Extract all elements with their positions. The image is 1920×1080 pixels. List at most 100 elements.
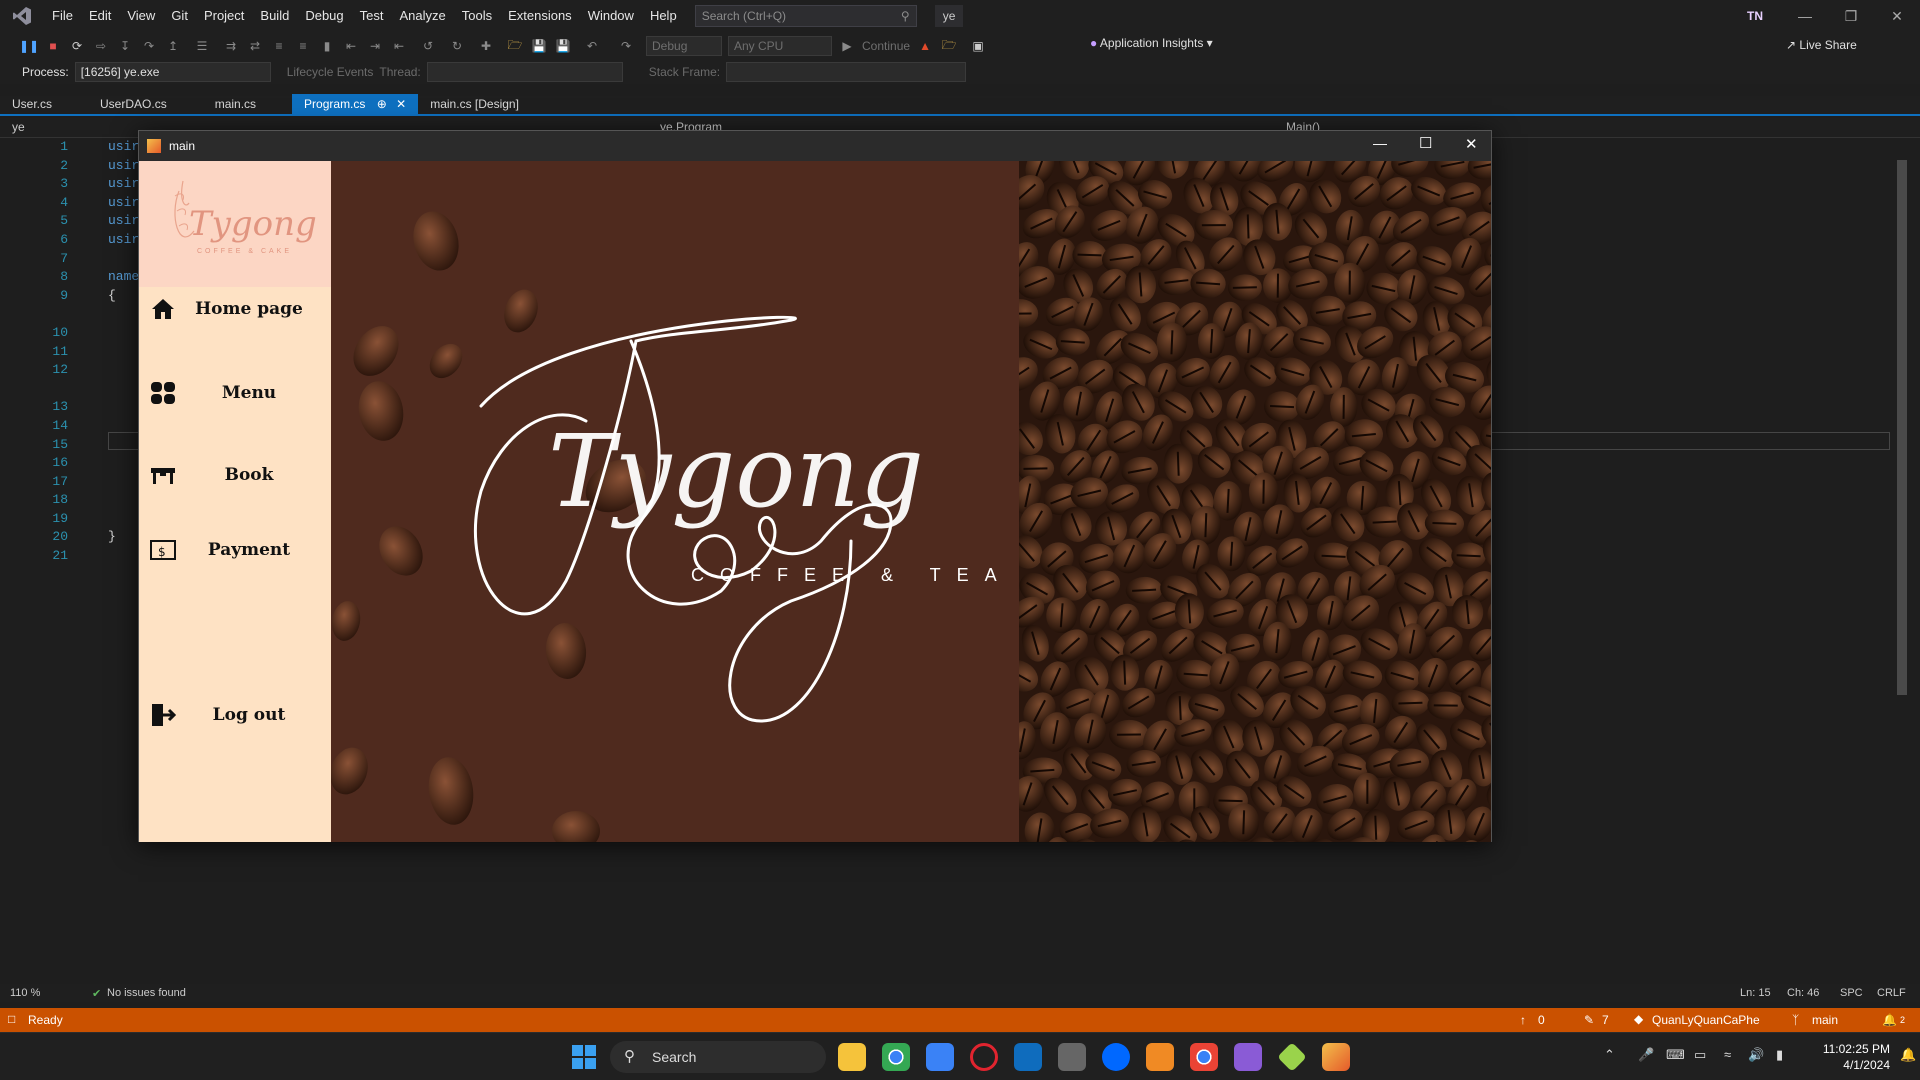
nav-book[interactable]: Book — [139, 452, 331, 498]
opera-icon[interactable] — [970, 1043, 998, 1071]
nav-menu[interactable]: Menu — [139, 370, 331, 416]
tab-main-cs-design[interactable]: main.cs [Design] — [418, 94, 531, 114]
comment-icon[interactable]: ≡ — [270, 37, 288, 55]
menu-tools[interactable]: Tools — [454, 0, 500, 32]
platform-select[interactable]: Any CPU — [728, 36, 832, 56]
calendar-icon[interactable] — [926, 1043, 954, 1071]
tab-program-cs[interactable]: Program.cs ⊕ ✕ — [292, 94, 419, 114]
bookmark-icon[interactable]: ▮ — [318, 37, 336, 55]
app-form-window[interactable]: main — ☐ ✕ Tygong COFFEE & CAKE Home pag… — [138, 130, 1492, 842]
project-selector[interactable]: ye — [12, 120, 25, 134]
restore-icon[interactable]: ❐ — [1828, 0, 1874, 32]
notification-icon[interactable]: 🔔 — [1882, 1013, 1897, 1027]
eol-indicator[interactable]: CRLF — [1877, 987, 1906, 999]
battery-icon[interactable]: ▮ — [1776, 1047, 1783, 1063]
microphone-icon[interactable]: 🎤 — [1638, 1047, 1654, 1063]
form-minimize-icon[interactable]: — — [1373, 135, 1387, 151]
form-maximize-icon[interactable]: ☐ — [1419, 134, 1432, 152]
display-icon[interactable]: ▭ — [1694, 1047, 1706, 1063]
screenshot-icon[interactable]: ▣ — [964, 37, 992, 55]
nav-payment[interactable]: $ Payment — [139, 527, 331, 573]
form-titlebar[interactable]: main — ☐ ✕ — [139, 131, 1491, 161]
spacing-indicator[interactable]: SPC — [1840, 987, 1863, 999]
live-share-button[interactable]: ↗ Live Share — [1786, 38, 1857, 52]
bookmark-prev-icon[interactable]: ⇤ — [342, 37, 360, 55]
redo-icon[interactable]: ↷ — [612, 37, 640, 55]
volume-icon[interactable]: 🔊 — [1748, 1047, 1764, 1063]
undo-icon[interactable]: ↶ — [578, 37, 606, 55]
solution-name[interactable]: ye — [934, 5, 964, 27]
file-explorer-icon[interactable] — [838, 1043, 866, 1071]
tab-userdao-cs[interactable]: UserDAO.cs — [88, 94, 179, 114]
tab-user-cs[interactable]: User.cs — [0, 94, 64, 114]
save-all-icon[interactable]: 💾 — [554, 37, 572, 55]
running-app-icon[interactable] — [1322, 1043, 1350, 1071]
open-folder-icon[interactable]: 🗁 — [506, 37, 524, 55]
notification-bell-icon[interactable]: 🔔 — [1900, 1047, 1916, 1063]
indent-icon[interactable]: ⇉ — [222, 37, 240, 55]
git-icon[interactable] — [1277, 1042, 1307, 1072]
step-out-icon[interactable]: ↥ — [164, 37, 182, 55]
new-project-icon[interactable]: ✚ — [472, 37, 500, 55]
continue-play-icon[interactable]: ▶ — [838, 37, 856, 55]
hot-reload-flame-icon[interactable]: ▲ — [916, 37, 934, 55]
chrome-icon[interactable] — [882, 1043, 910, 1071]
stop-icon[interactable]: ■ — [44, 37, 62, 55]
step-icon[interactable]: ⇨ — [92, 37, 110, 55]
outlook-icon[interactable] — [1014, 1043, 1042, 1071]
column-indicator[interactable]: Ch: 46 — [1787, 987, 1819, 999]
step-into-icon[interactable]: ↧ — [116, 37, 134, 55]
menu-debug[interactable]: Debug — [297, 0, 351, 32]
forward-icon[interactable]: ↻ — [448, 37, 466, 55]
pin-icon[interactable]: ⊕ — [377, 97, 387, 111]
issues-indicator[interactable]: No issues found — [107, 987, 186, 999]
lifecycle-events[interactable]: Lifecycle Events — [287, 65, 374, 79]
menu-test[interactable]: Test — [352, 0, 392, 32]
menu-git[interactable]: Git — [163, 0, 196, 32]
editor-scroll-thumb[interactable] — [1897, 160, 1907, 695]
taskbar-search[interactable]: ⚲ Search — [610, 1041, 826, 1073]
repo-name[interactable]: QuanLyQuanCaPhe — [1652, 1013, 1760, 1027]
visual-studio-icon[interactable] — [1234, 1043, 1262, 1071]
changes-count[interactable]: 7 — [1602, 1013, 1609, 1027]
thread-select[interactable] — [426, 62, 623, 82]
bookmark-next-icon[interactable]: ⇥ — [366, 37, 384, 55]
visual-studio-logo-icon[interactable] — [0, 0, 44, 32]
hot-reload-icon[interactable]: ☰ — [188, 37, 216, 55]
zalo-icon[interactable] — [1102, 1043, 1130, 1071]
uncomment-icon[interactable]: ≡ — [294, 37, 312, 55]
line-indicator[interactable]: Ln: 15 — [1740, 987, 1771, 999]
format-icon[interactable]: ⇄ — [246, 37, 264, 55]
nav-home-page[interactable]: Home page — [139, 286, 331, 332]
wifi-icon[interactable]: ≈ — [1724, 1047, 1731, 1062]
menu-extensions[interactable]: Extensions — [500, 0, 580, 32]
save-icon[interactable]: 💾 — [530, 37, 548, 55]
keyboard-icon[interactable]: ⌨ — [1666, 1047, 1685, 1063]
windows-start-icon[interactable] — [570, 1043, 598, 1071]
continue-button[interactable]: Continue — [862, 39, 910, 53]
chrome-profile-icon[interactable] — [1190, 1043, 1218, 1071]
menu-edit[interactable]: Edit — [81, 0, 119, 32]
application-insights-button[interactable]: ● Application Insights ▾ — [1090, 36, 1213, 50]
menu-view[interactable]: View — [119, 0, 163, 32]
restart-icon[interactable]: ⟳ — [68, 37, 86, 55]
tray-chevron-icon[interactable]: ⌃ — [1604, 1047, 1615, 1063]
config-select[interactable]: Debug — [646, 36, 722, 56]
unpushed-count[interactable]: 0 — [1538, 1013, 1545, 1027]
search-input[interactable]: Search (Ctrl+Q) ⚲ — [694, 5, 917, 27]
close-icon[interactable]: ✕ — [1874, 0, 1920, 32]
account-avatar[interactable]: TN — [1744, 6, 1766, 26]
sublime-icon[interactable] — [1146, 1043, 1174, 1071]
browse-icon[interactable]: 🗁 — [940, 37, 958, 55]
bookmark-clear-icon[interactable]: ⇤ — [390, 37, 408, 55]
taskbar-clock[interactable]: 11:02:25 PM 4/1/2024 — [1800, 1041, 1890, 1073]
tab-close-icon[interactable]: ✕ — [396, 97, 406, 111]
pause-icon[interactable]: ❚❚ — [19, 37, 39, 55]
menu-window[interactable]: Window — [580, 0, 642, 32]
process-select[interactable]: [16256] ye.exe — [74, 62, 271, 82]
nav-log-out[interactable]: Log out — [139, 692, 331, 738]
menu-help[interactable]: Help — [642, 0, 685, 32]
back-icon[interactable]: ↺ — [414, 37, 442, 55]
form-close-icon[interactable]: ✕ — [1465, 135, 1478, 153]
step-over-icon[interactable]: ↷ — [140, 37, 158, 55]
